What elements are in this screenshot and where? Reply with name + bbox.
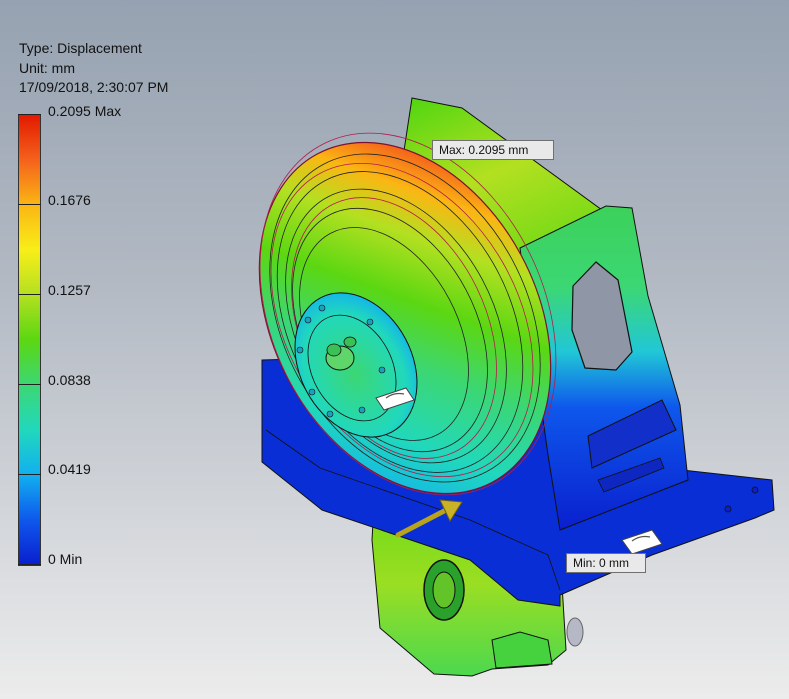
fea-model-viewport[interactable] [0,0,789,699]
min-probe-callout[interactable]: Min: 0 mm [566,553,646,573]
max-probe-callout[interactable]: Max: 0.2095 mm [432,140,554,160]
